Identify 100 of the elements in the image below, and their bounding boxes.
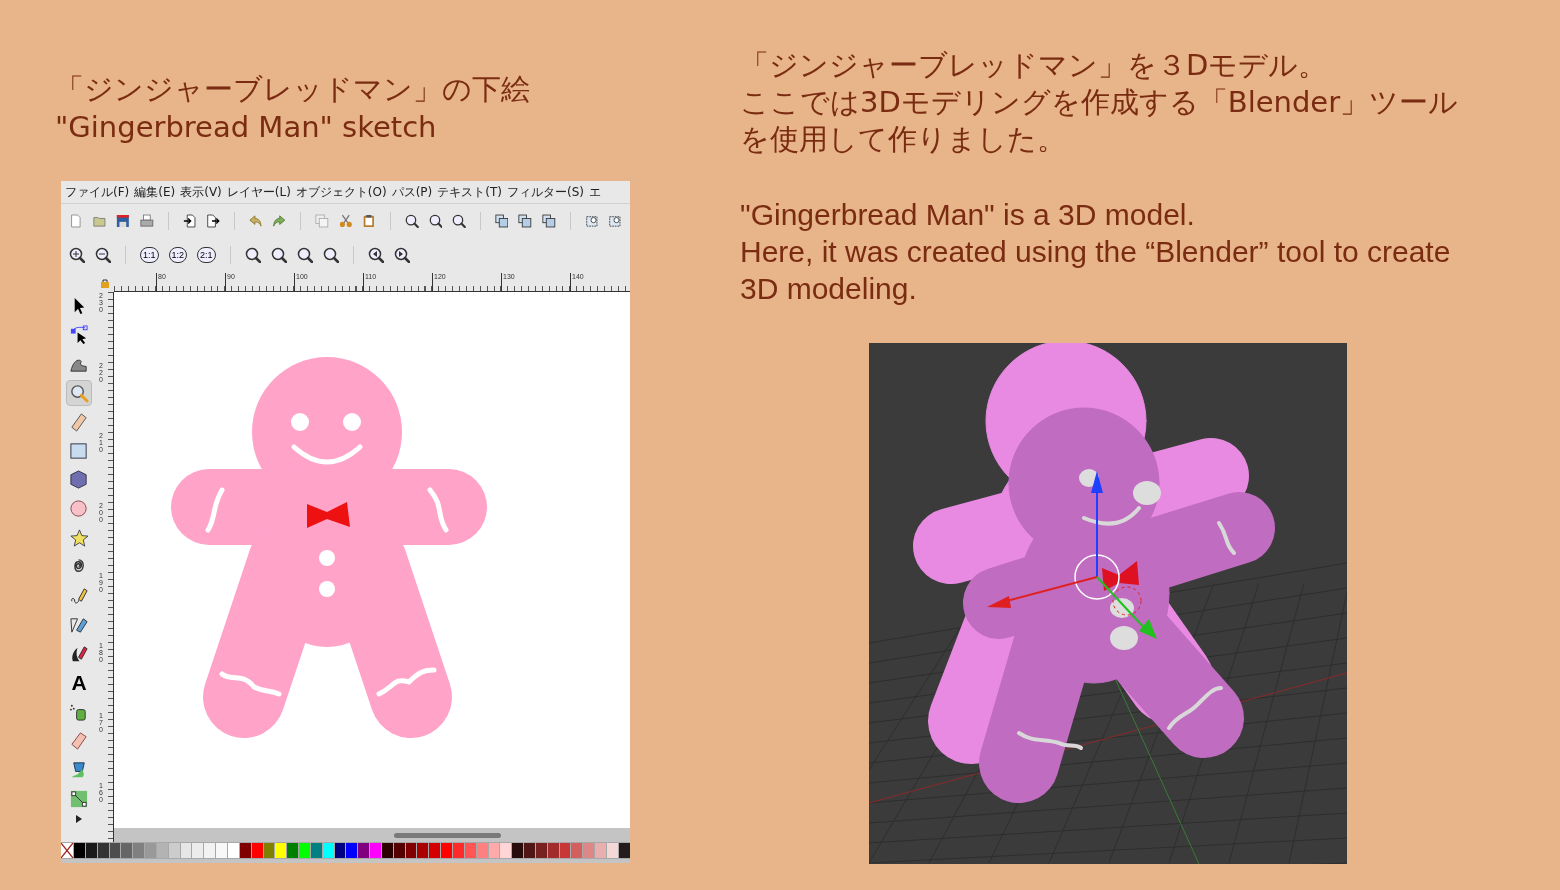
pencil-icon [69, 586, 89, 606]
color-swatch[interactable] [618, 843, 630, 858]
color-swatch[interactable] [251, 843, 263, 858]
zoom-in-icon[interactable] [69, 247, 85, 263]
color-swatch[interactable] [85, 843, 97, 858]
color-swatch[interactable] [310, 843, 322, 858]
printer-icon[interactable] [140, 213, 154, 229]
menu-item[interactable]: オブジェクト(O) [295, 183, 387, 201]
color-swatch[interactable] [429, 843, 441, 858]
color-swatch[interactable] [346, 843, 358, 858]
horizontal-scrollbar[interactable] [114, 828, 630, 842]
text-tool[interactable]: A [66, 670, 92, 696]
zoom-ratio-button[interactable]: 1:1 [140, 247, 159, 263]
zoom-out-icon[interactable] [95, 247, 111, 263]
zoom-icon[interactable] [296, 247, 313, 263]
color-swatch[interactable] [358, 843, 370, 858]
color-swatch[interactable] [488, 843, 500, 858]
color-swatch[interactable] [606, 843, 618, 858]
color-swatch[interactable] [239, 843, 251, 858]
zoom-ratio-button[interactable]: 2:1 [197, 247, 216, 263]
import-icon[interactable] [182, 213, 197, 229]
zoom-icon[interactable] [428, 213, 443, 229]
color-swatch[interactable] [547, 843, 559, 858]
layers-icon[interactable] [542, 213, 556, 229]
gradient-icon [69, 789, 89, 809]
menu-item[interactable]: フィルター(S) [507, 183, 584, 201]
zoom-icon[interactable] [404, 213, 419, 229]
color-swatch[interactable] [168, 843, 180, 858]
description-japanese-line: 「ジンジャーブレッドマン」を３Dモデル。 [740, 47, 1328, 84]
eraser-icon [69, 731, 89, 751]
color-swatch[interactable] [180, 843, 192, 858]
menu-item[interactable]: エ [588, 183, 601, 201]
new-document-icon[interactable] [69, 213, 83, 229]
rectangle-icon [69, 441, 89, 461]
color-swatch[interactable] [74, 843, 85, 858]
color-swatch[interactable] [156, 843, 168, 858]
calligraphy-icon [69, 644, 89, 664]
duplicate-icon[interactable] [314, 213, 329, 229]
color-swatch[interactable] [263, 843, 275, 858]
layers-icon[interactable] [518, 213, 533, 229]
export-icon[interactable] [206, 213, 220, 229]
color-swatch[interactable] [322, 843, 334, 858]
color-swatch[interactable] [535, 843, 547, 858]
redo-icon[interactable] [272, 213, 287, 229]
color-swatch[interactable] [559, 843, 571, 858]
color-swatch[interactable] [227, 843, 239, 858]
no-color-swatch-icon[interactable] [61, 843, 73, 858]
color-swatch[interactable] [97, 843, 109, 858]
save-icon[interactable] [116, 213, 130, 229]
color-swatch[interactable] [121, 843, 133, 858]
layers-icon[interactable] [494, 213, 509, 229]
fit-frame-icon[interactable] [608, 213, 622, 229]
color-swatch[interactable] [583, 843, 595, 858]
previous-zoom-icon[interactable] [367, 247, 384, 263]
color-swatch[interactable] [133, 843, 145, 858]
menu-item[interactable]: ファイル(F) [65, 183, 130, 201]
clipboard-icon[interactable] [362, 213, 376, 229]
color-swatch[interactable] [381, 843, 393, 858]
color-swatch[interactable] [417, 843, 429, 858]
color-swatch[interactable] [512, 843, 524, 858]
color-swatch[interactable] [109, 843, 121, 858]
color-swatch[interactable] [476, 843, 488, 858]
lock-icon[interactable] [100, 277, 110, 288]
color-swatch[interactable] [287, 843, 299, 858]
color-swatch[interactable] [192, 843, 204, 858]
zoom-icon[interactable] [244, 247, 261, 263]
zoom-icon[interactable] [452, 213, 466, 229]
color-swatch[interactable] [393, 843, 405, 858]
color-swatch[interactable] [464, 843, 476, 858]
color-swatch[interactable] [334, 843, 346, 858]
color-swatch[interactable] [500, 843, 512, 858]
zoom-icon[interactable] [322, 247, 339, 263]
color-swatch[interactable] [299, 843, 310, 858]
zoom-icon[interactable] [270, 247, 287, 263]
menu-item[interactable]: 編集(E) [134, 183, 176, 201]
color-swatch[interactable] [145, 843, 156, 858]
description-english: "Gingerbread Man" is a 3D model. Here, it was created using the “Blender” tool to create 3D modeling. [740, 197, 1452, 307]
magnifier-tool[interactable] [66, 380, 92, 406]
expand-arrow-icon[interactable] [76, 815, 82, 823]
menu-item[interactable]: 表示(V) [180, 183, 222, 201]
color-swatch[interactable] [275, 843, 287, 858]
color-swatch[interactable] [595, 843, 606, 858]
magnifier-icon [69, 383, 89, 403]
color-swatch[interactable] [405, 843, 417, 858]
next-zoom-icon[interactable] [393, 247, 410, 263]
menu-item[interactable]: テキスト(T) [437, 183, 502, 201]
node-editor-icon [69, 325, 89, 345]
color-swatch[interactable] [204, 843, 216, 858]
color-swatch[interactable] [571, 843, 583, 858]
menu-item[interactable]: レイヤー(L) [226, 183, 291, 201]
zoom-ratio-button[interactable]: 1:2 [168, 247, 188, 263]
color-swatch[interactable] [370, 843, 381, 858]
scissors-icon[interactable] [338, 213, 353, 229]
undo-icon[interactable] [248, 213, 263, 229]
color-swatch[interactable] [524, 843, 535, 858]
color-swatch[interactable] [216, 843, 227, 858]
color-swatch[interactable] [441, 843, 452, 858]
color-swatch[interactable] [453, 843, 464, 858]
menu-item[interactable]: パス(P) [391, 183, 433, 201]
fit-frame-icon[interactable] [584, 213, 599, 229]
